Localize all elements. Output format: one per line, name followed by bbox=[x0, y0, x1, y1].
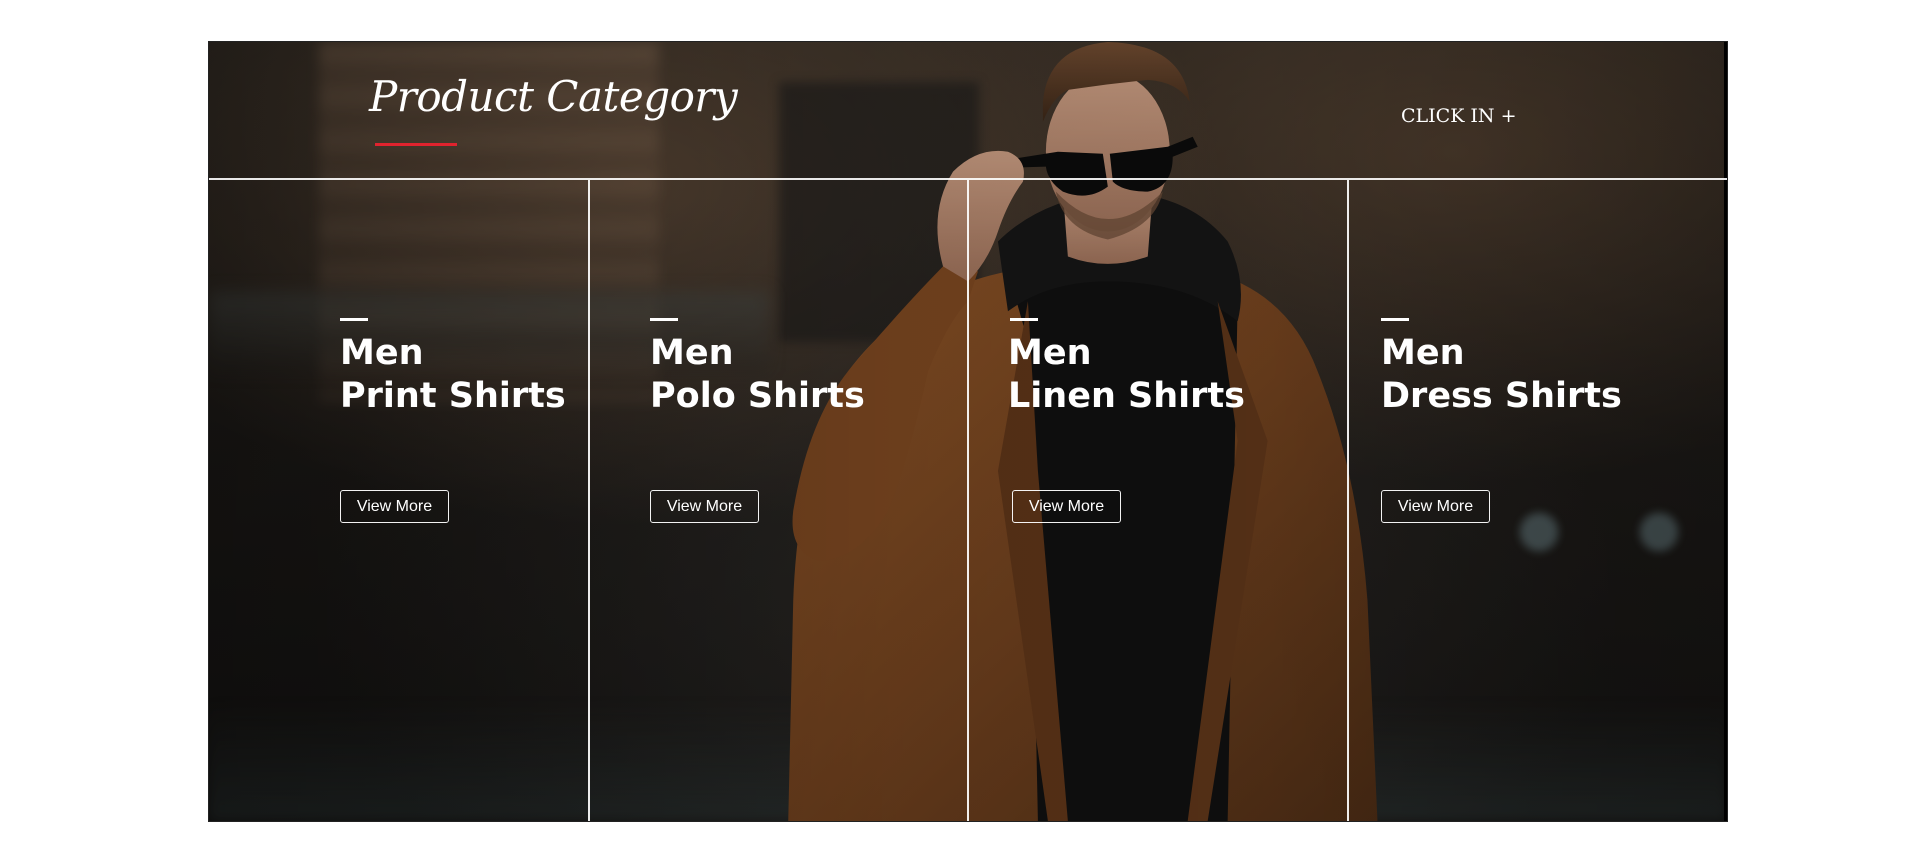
card-dash bbox=[1010, 318, 1038, 321]
card-title: Men Polo Shirts bbox=[650, 332, 865, 418]
card-dash bbox=[650, 318, 678, 321]
card-title: Men Linen Shirts bbox=[1008, 332, 1245, 418]
category-card-dress-shirts: Men Dress Shirts View More bbox=[1349, 180, 1724, 821]
title-accent-underline bbox=[375, 143, 457, 146]
card-dash bbox=[340, 318, 368, 321]
card-title-line2: Print Shirts bbox=[340, 376, 566, 416]
card-title-line2: Polo Shirts bbox=[650, 376, 865, 416]
category-grid: Men Print Shirts View More Men Polo Shir… bbox=[209, 180, 1727, 821]
view-more-button[interactable]: View More bbox=[340, 490, 449, 523]
banner-header: Product Category CLICK IN + bbox=[209, 42, 1727, 180]
card-title-line1: Men bbox=[1008, 333, 1092, 373]
category-card-linen-shirts: Men Linen Shirts View More bbox=[969, 180, 1347, 821]
card-title: Men Dress Shirts bbox=[1381, 332, 1622, 418]
card-title-line2: Dress Shirts bbox=[1381, 376, 1622, 416]
card-dash bbox=[1381, 318, 1409, 321]
click-in-link[interactable]: CLICK IN + bbox=[1401, 105, 1517, 127]
category-card-print-shirts: Men Print Shirts View More bbox=[209, 180, 589, 821]
card-title-line2: Linen Shirts bbox=[1008, 376, 1246, 416]
card-title-line1: Men bbox=[650, 333, 734, 373]
category-card-polo-shirts: Men Polo Shirts View More bbox=[590, 180, 968, 821]
card-title-line1: Men bbox=[340, 333, 424, 373]
view-more-button[interactable]: View More bbox=[1381, 490, 1490, 523]
card-title: Men Print Shirts bbox=[340, 332, 566, 418]
view-more-button[interactable]: View More bbox=[1012, 490, 1121, 523]
view-more-button[interactable]: View More bbox=[650, 490, 759, 523]
section-title: Product Category bbox=[369, 72, 738, 121]
product-category-banner: Product Category CLICK IN + Men Print Sh… bbox=[208, 41, 1728, 822]
card-title-line1: Men bbox=[1381, 333, 1465, 373]
